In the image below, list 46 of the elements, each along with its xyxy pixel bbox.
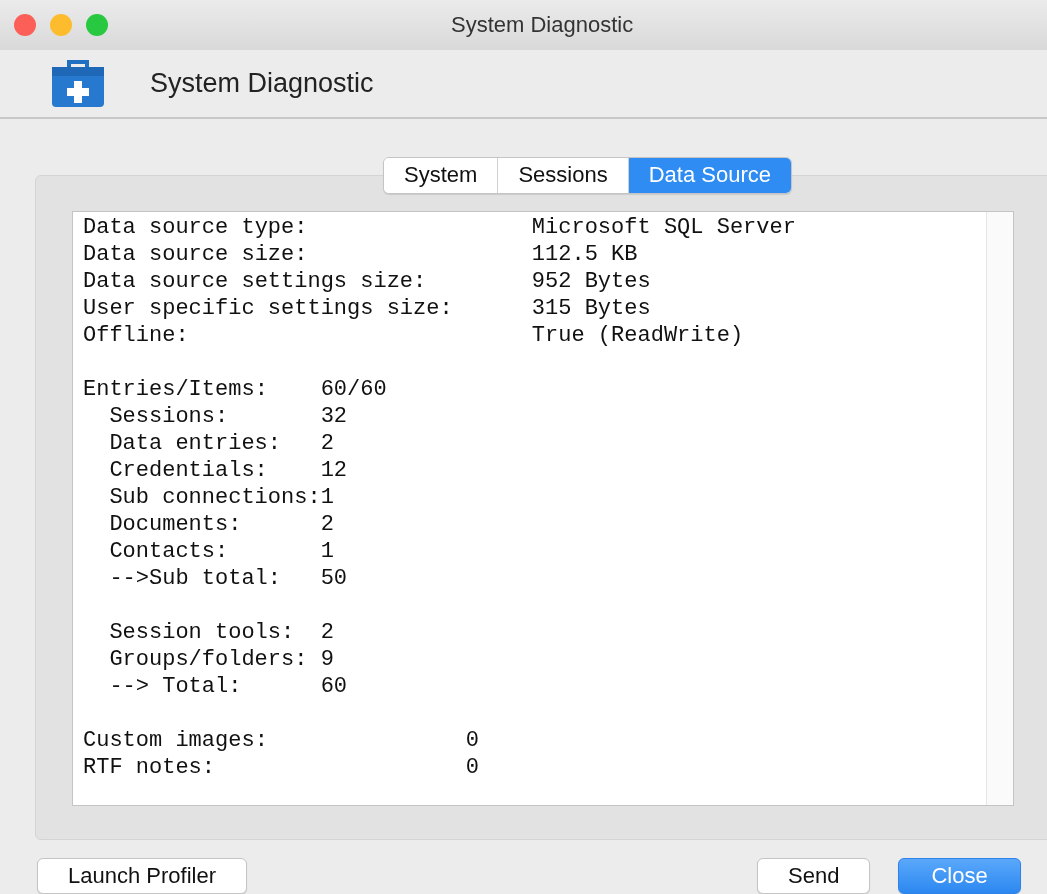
report-value: 50 [320,565,348,592]
window-title: System Diagnostic [451,11,634,38]
dialog-button[interactable]: Send [757,858,871,894]
header-title: System Diagnostic [150,67,374,99]
report-value: 2 [320,619,334,646]
report-value: 9 [320,646,334,673]
report-value: 2 [320,430,334,457]
report-value: Microsoft SQL Server [531,214,796,241]
close-window-button[interactable] [14,13,36,36]
report-value: 0 [465,754,480,781]
report-label: Data source size: [83,241,309,268]
report-label: Credentials: [109,457,269,484]
report-value: 2 [320,511,334,538]
report-label: Data entries: [109,430,283,457]
report-value: 952 Bytes [531,268,651,295]
report-value: 1 [320,484,334,511]
report-label: Sessions: [109,403,230,430]
report-value: 112.5 KB [531,241,638,268]
report-value: 32 [320,403,348,430]
report-label: Sub connections: [109,484,321,511]
report-label: Custom images: [83,727,269,754]
report-label: -->Sub total: [109,565,283,592]
report-label: --> Total: [109,673,243,700]
report-label: User specific settings size: [83,295,454,322]
report-value: 1 [320,538,334,565]
report-label: Data source type: [83,214,309,241]
report-label: Session tools: [109,619,296,646]
dialog-button[interactable]: Launch Profiler [37,858,247,894]
report-label: Contacts: [109,538,230,565]
report-value: 0 [465,727,480,754]
report-label: Entries/Items: [83,376,269,403]
report-value: 12 [320,457,348,484]
tab[interactable]: System [384,158,498,193]
report-label: Data source settings size: [83,268,428,295]
report-value: True (ReadWrite) [531,322,744,349]
report-label: RTF notes: [83,754,217,781]
report-value: 60/60 [320,376,387,403]
report-value: 60 [320,673,348,700]
report-label: Documents: [109,511,243,538]
minimize-window-button[interactable] [50,13,72,36]
zoom-window-button[interactable] [86,13,108,36]
report-value: 315 Bytes [531,295,651,322]
tab[interactable]: Sessions [497,158,628,193]
report-label: Groups/folders: [109,646,309,673]
report-label: Offline: [83,322,190,349]
medical-kit-icon [50,57,106,110]
